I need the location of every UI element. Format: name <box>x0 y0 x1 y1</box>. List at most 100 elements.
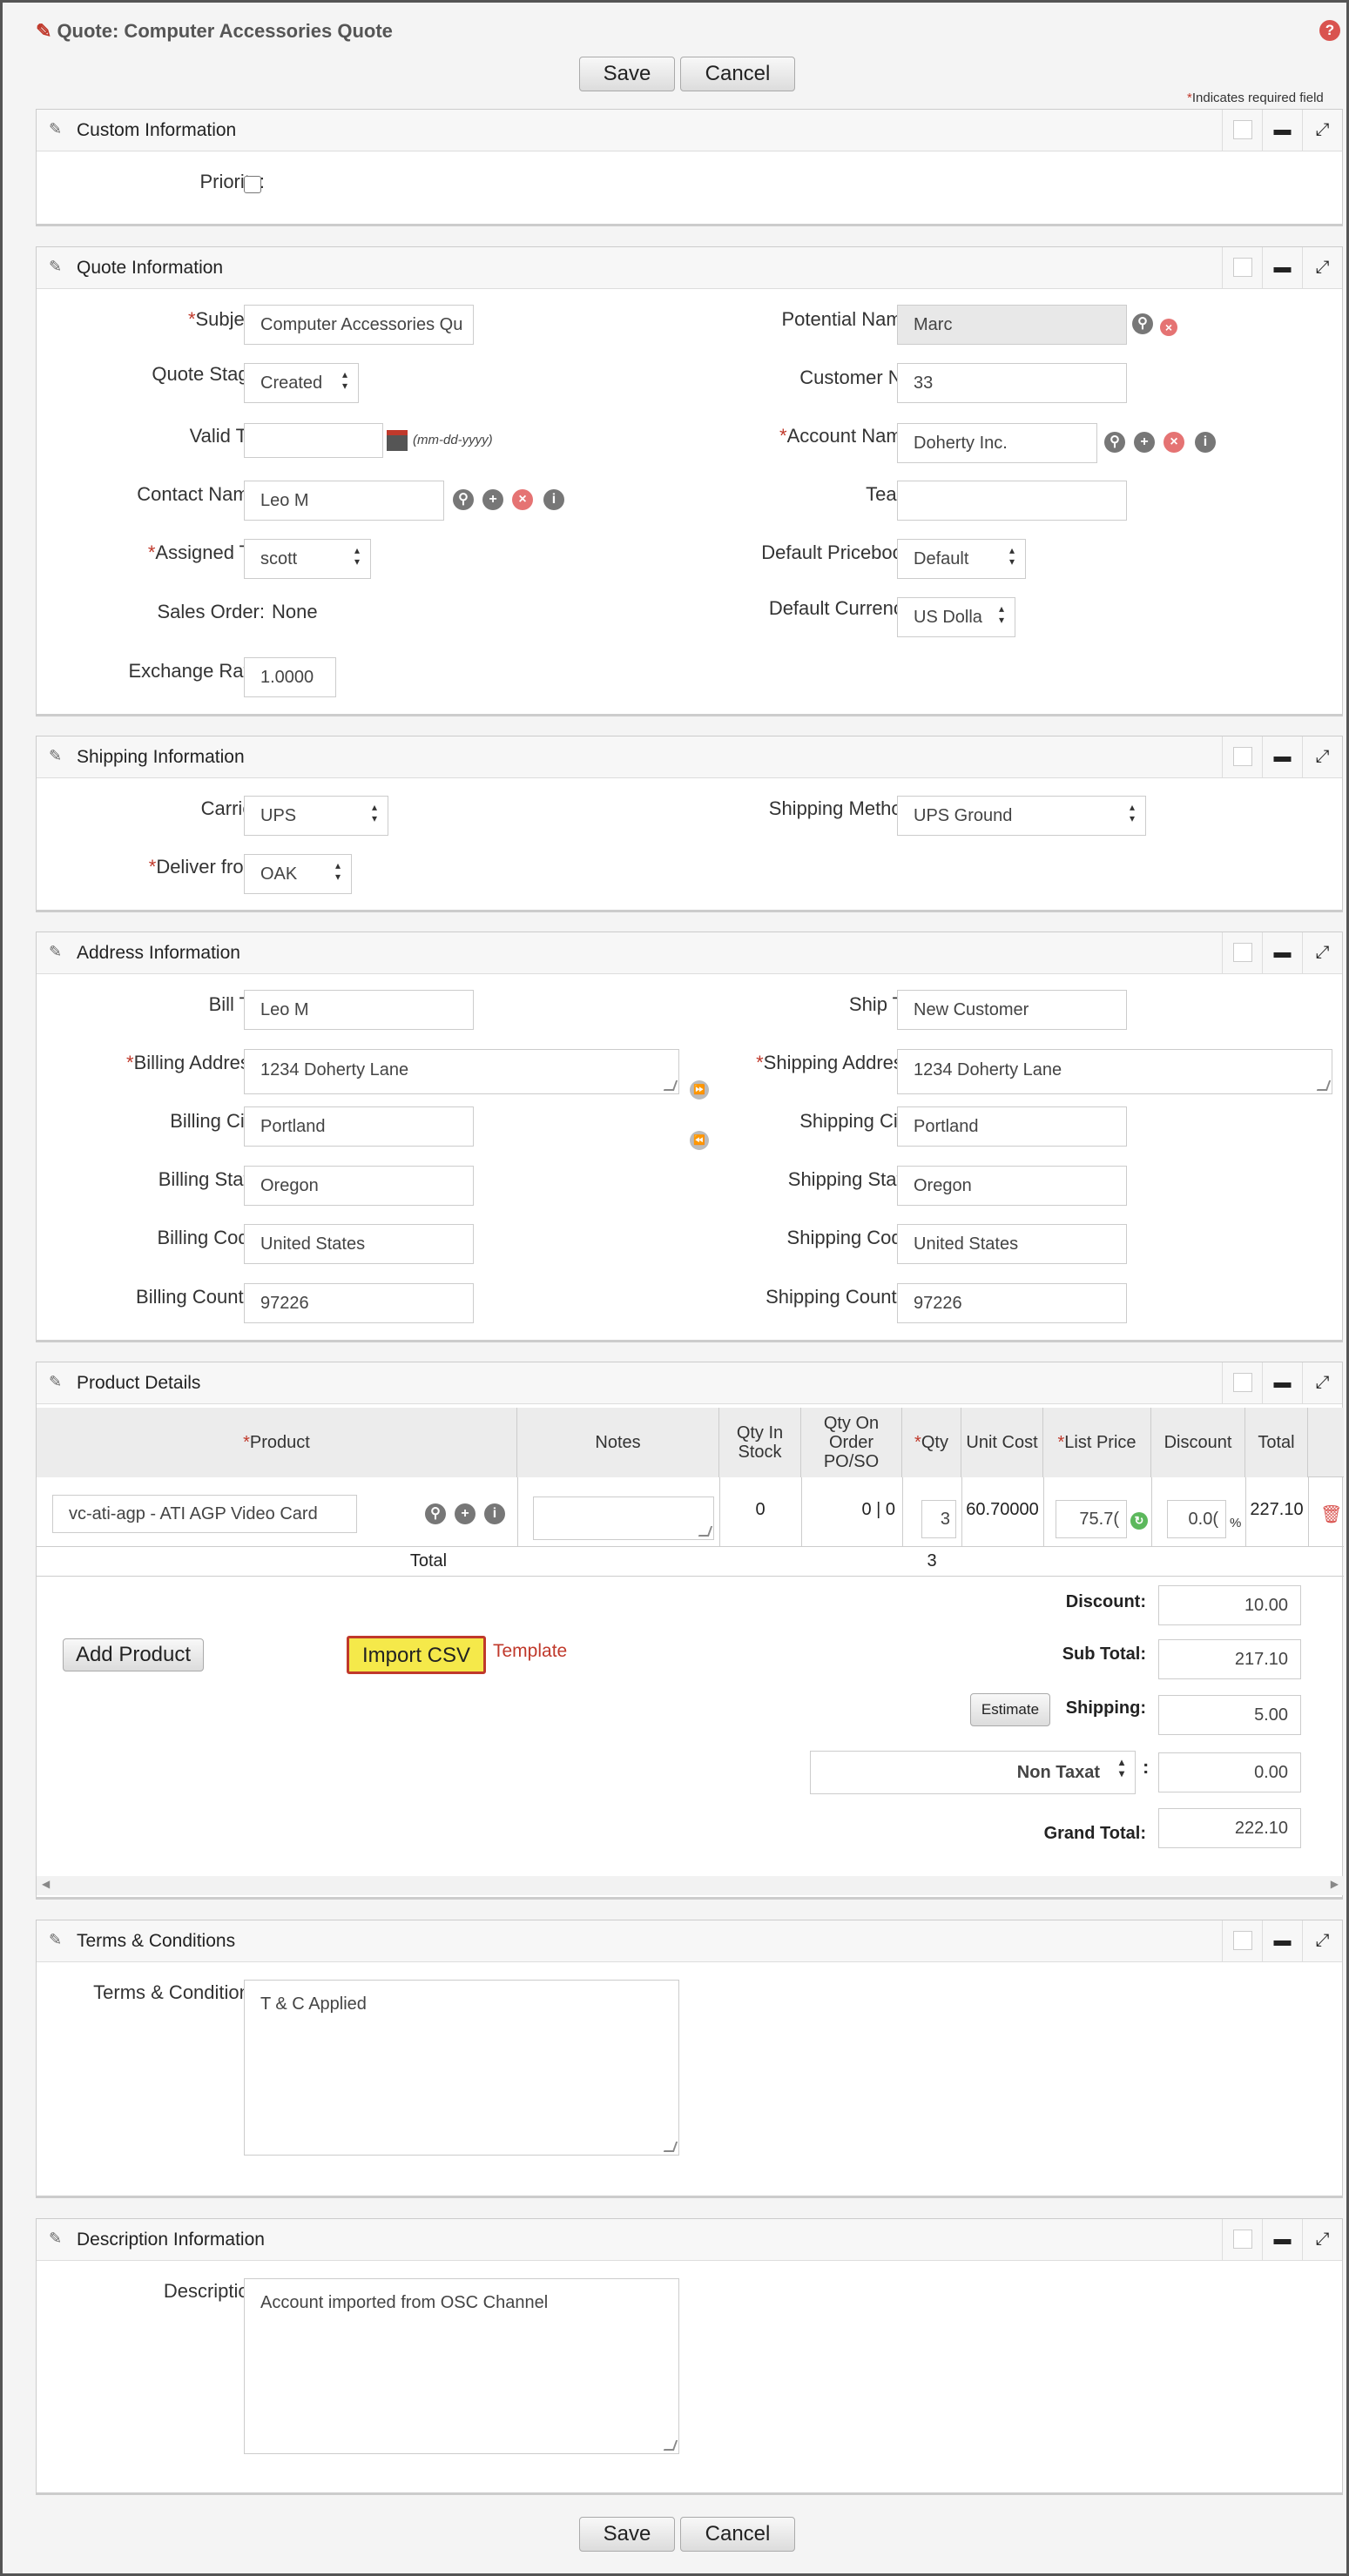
terms-textarea[interactable]: T & C Applied <box>244 1980 679 2156</box>
billing-state-input[interactable]: Oregon <box>244 1166 474 1206</box>
potential-name-input[interactable]: Marc <box>897 305 1127 345</box>
add-icon[interactable]: + <box>482 489 503 510</box>
billing-address-textarea[interactable]: 1234 Doherty Lane <box>244 1049 679 1094</box>
shipping-method-select[interactable]: UPS Ground <box>897 796 1146 836</box>
estimate-button[interactable]: Estimate <box>970 1693 1050 1726</box>
shipping-city-input[interactable]: Portland <box>897 1106 1127 1147</box>
discount-total-input[interactable]: 10.00 <box>1158 1585 1301 1625</box>
shipping-total-input[interactable]: 5.00 <box>1158 1695 1301 1735</box>
subject-input[interactable]: Computer Accessories Qu <box>244 305 474 345</box>
search-icon[interactable]: ⚲ <box>1132 313 1153 334</box>
help-icon[interactable]: ? <box>1319 20 1340 41</box>
default-currency-select[interactable]: US Dolla <box>897 597 1015 637</box>
copy-to-billing-icon[interactable]: ⏪ <box>690 1131 709 1150</box>
save-button-top[interactable]: Save <box>579 57 675 91</box>
customer-no-input[interactable]: 33 <box>897 363 1127 403</box>
quote-stage-select[interactable]: Created <box>244 363 359 403</box>
clear-icon[interactable]: × <box>1164 432 1184 453</box>
shipping-address-textarea[interactable]: 1234 Doherty Lane <box>897 1049 1332 1094</box>
template-link[interactable]: Template <box>493 1641 567 1662</box>
ship-to-input[interactable]: New Customer <box>897 990 1127 1030</box>
carrier-select[interactable]: UPS <box>244 796 388 836</box>
panel-header: ✎ Description Information ▬ ⤢ <box>37 2219 1342 2261</box>
shipping-state-input[interactable]: Oregon <box>897 1166 1127 1206</box>
save-button-bottom[interactable]: Save <box>579 2517 675 2552</box>
horizontal-scrollbar[interactable]: ◀ ▶ <box>37 1876 1344 1895</box>
expand-icon[interactable]: ⤢ <box>1302 1362 1342 1404</box>
panel-select-checkbox[interactable] <box>1222 932 1262 974</box>
panel-select-checkbox[interactable] <box>1222 736 1262 778</box>
expand-icon[interactable]: ⤢ <box>1302 1920 1342 1962</box>
expand-icon[interactable]: ⤢ <box>1302 110 1342 151</box>
tax-select[interactable]: Non Taxat <box>810 1751 1136 1794</box>
cancel-button-top[interactable]: Cancel <box>680 57 795 91</box>
expand-icon[interactable]: ⤢ <box>1302 2219 1342 2261</box>
contact-name-input[interactable]: Leo M <box>244 481 444 521</box>
search-icon[interactable]: ⚲ <box>453 489 474 510</box>
refresh-price-icon[interactable]: ↻ <box>1130 1512 1148 1530</box>
team-input[interactable] <box>897 481 1127 521</box>
list-price-input[interactable]: 75.7( <box>1056 1500 1127 1538</box>
panel-header: ✎ Terms & Conditions ▬ ⤢ <box>37 1920 1342 1962</box>
scroll-right-icon[interactable]: ▶ <box>1331 1878 1339 1890</box>
shipping-code-input[interactable]: United States <box>897 1224 1127 1264</box>
expand-icon[interactable]: ⤢ <box>1302 247 1342 289</box>
product-details-panel: ✎ Product Details ▬ ⤢ * Product Notes Qty… <box>36 1362 1344 1900</box>
default-pricebook-select[interactable]: Default <box>897 539 1026 579</box>
info-icon[interactable]: i <box>1195 432 1216 453</box>
scroll-left-icon[interactable]: ◀ <box>42 1878 50 1890</box>
valid-till-input[interactable] <box>244 423 383 458</box>
expand-icon[interactable]: ⤢ <box>1302 736 1342 778</box>
billing-city-input[interactable]: Portland <box>244 1106 474 1147</box>
add-icon[interactable]: + <box>455 1503 476 1524</box>
panel-select-checkbox[interactable] <box>1222 1362 1262 1404</box>
panel-select-checkbox[interactable] <box>1222 1920 1262 1962</box>
deliver-from-select[interactable]: OAK <box>244 854 352 894</box>
minimize-icon[interactable]: ▬ <box>1262 932 1302 974</box>
minimize-icon[interactable]: ▬ <box>1262 1920 1302 1962</box>
delete-icon[interactable]: 🗑 <box>1320 1503 1342 1525</box>
info-icon[interactable]: i <box>484 1503 505 1524</box>
minimize-icon[interactable]: ▬ <box>1262 247 1302 289</box>
priority-checkbox[interactable] <box>244 176 261 193</box>
product-input[interactable]: vc-ati-agp - ATI AGP Video Card <box>52 1495 357 1533</box>
discount-input[interactable]: 0.0( <box>1167 1500 1226 1538</box>
panel-header: ✎ Address Information ▬ ⤢ <box>37 932 1342 974</box>
copy-to-shipping-icon[interactable]: ⏩ <box>690 1080 709 1100</box>
minimize-icon[interactable]: ▬ <box>1262 736 1302 778</box>
clear-icon[interactable]: × <box>512 489 533 510</box>
import-csv-button[interactable]: Import CSV <box>347 1636 486 1674</box>
panel-select-checkbox[interactable] <box>1222 2219 1262 2261</box>
clear-icon[interactable]: × <box>1160 319 1177 336</box>
minimize-icon[interactable]: ▬ <box>1262 2219 1302 2261</box>
billing-code-input[interactable]: United States <box>244 1224 474 1264</box>
panel-title: Terms & Conditions <box>77 1931 236 1951</box>
info-icon[interactable]: i <box>543 489 564 510</box>
search-icon[interactable]: ⚲ <box>1104 432 1125 453</box>
exchange-rate-input[interactable]: 1.0000 <box>244 657 336 697</box>
grand-total-input[interactable]: 222.10 <box>1158 1808 1301 1848</box>
description-textarea[interactable]: Account imported from OSC Channel <box>244 2278 679 2454</box>
product-table-header: * Product Notes Qty In Stock Qty On Order… <box>37 1408 1344 1477</box>
minimize-icon[interactable]: ▬ <box>1262 110 1302 151</box>
add-product-button[interactable]: Add Product <box>63 1638 204 1671</box>
notes-textarea[interactable] <box>533 1497 714 1540</box>
shipping-country-input[interactable]: 97226 <box>897 1283 1127 1323</box>
billing-country-input[interactable]: 97226 <box>244 1283 474 1323</box>
account-name-input[interactable]: Doherty Inc. <box>897 423 1097 463</box>
col-qty: * Qty <box>902 1408 961 1477</box>
panel-select-checkbox[interactable] <box>1222 110 1262 151</box>
add-icon[interactable]: + <box>1134 432 1155 453</box>
panel-title: Address Information <box>77 943 240 963</box>
assigned-to-select[interactable]: scott <box>244 539 371 579</box>
search-icon[interactable]: ⚲ <box>425 1503 446 1524</box>
tax-total-input[interactable]: 0.00 <box>1158 1752 1301 1792</box>
sub-total-input[interactable]: 217.10 <box>1158 1639 1301 1679</box>
bill-to-input[interactable]: Leo M <box>244 990 474 1030</box>
expand-icon[interactable]: ⤢ <box>1302 932 1342 974</box>
calendar-icon[interactable] <box>387 430 408 451</box>
cancel-button-bottom[interactable]: Cancel <box>680 2517 795 2552</box>
minimize-icon[interactable]: ▬ <box>1262 1362 1302 1404</box>
panel-select-checkbox[interactable] <box>1222 247 1262 289</box>
qty-input[interactable]: 3 <box>921 1500 956 1538</box>
